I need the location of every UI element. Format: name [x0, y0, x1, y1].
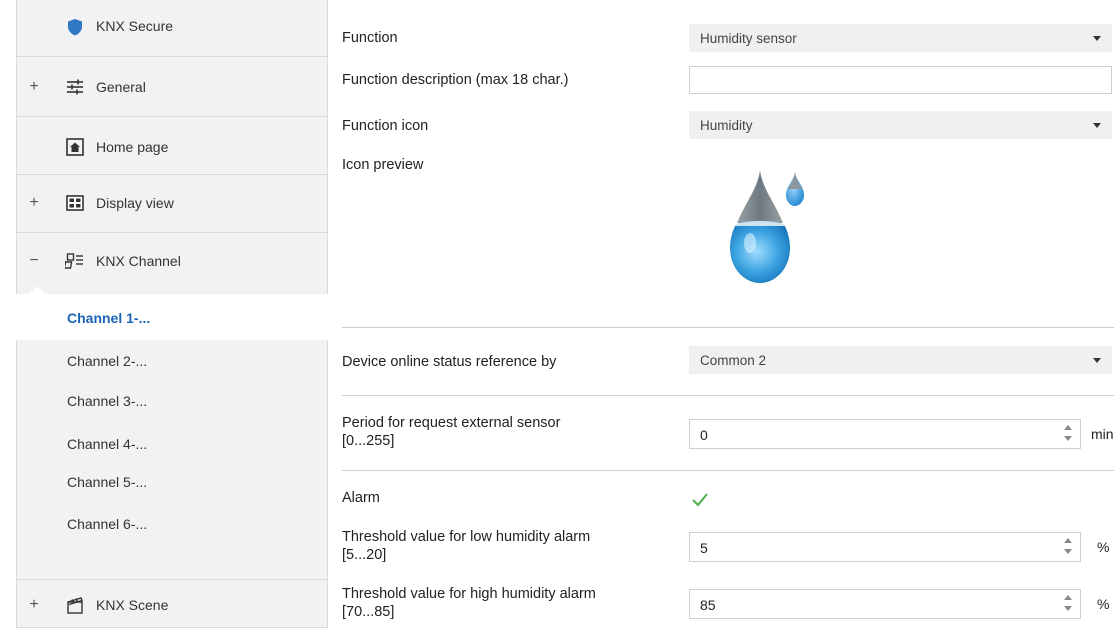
low-threshold-spinbox[interactable]: 5 [689, 532, 1081, 562]
spin-arrows-icon[interactable] [1064, 595, 1072, 613]
sidebar-item-channel-5[interactable]: Channel 5-... [16, 461, 328, 503]
parameter-panel: Function Humidity sensor Function descri… [330, 0, 1114, 628]
sidebar-item-label: KNX Scene [96, 597, 169, 613]
sidebar-item-channel-1[interactable]: Channel 1-... [16, 294, 328, 340]
low-threshold-unit: % [1097, 539, 1110, 555]
period-value: 0 [700, 427, 708, 443]
sidebar-item-knx-channel[interactable]: − KNX Channel [16, 233, 328, 294]
channel-label: Channel 5-... [67, 474, 148, 490]
sidebar-item-knx-scene[interactable]: + KNX Scene [16, 579, 328, 628]
channel-list: Channel 1-... Channel 2-... Channel 3-..… [16, 294, 328, 543]
low-threshold-label-line1: Threshold value for low humidity alarm [342, 529, 591, 545]
high-threshold-label-line2: [70...85] [342, 604, 395, 620]
sidebar-item-knx-secure[interactable]: KNX Secure [16, 0, 328, 57]
chevron-down-icon [1093, 123, 1101, 128]
low-threshold-label-line2: [5...20] [342, 547, 387, 563]
device-online-select[interactable]: Common 2 [689, 346, 1112, 374]
period-unit: min [1091, 426, 1114, 442]
high-threshold-unit: % [1097, 596, 1110, 612]
alarm-checkbox[interactable] [689, 489, 711, 511]
sidebar: KNX Secure + General Home page + Display… [0, 0, 330, 628]
divider [342, 327, 1114, 328]
channel-label: Channel 6-... [67, 516, 148, 532]
function-value: Humidity sensor [700, 31, 797, 46]
high-threshold-spinbox[interactable]: 85 [689, 589, 1081, 619]
channel-label: Channel 4-... [67, 436, 148, 452]
sidebar-item-label: Home page [96, 139, 169, 155]
grid-icon [65, 193, 85, 213]
icon-preview-label: Icon preview [342, 157, 424, 173]
channel-icon [63, 251, 85, 271]
low-threshold-value: 5 [700, 540, 708, 556]
sidebar-item-channel-2[interactable]: Channel 2-... [16, 340, 328, 380]
expand-icon[interactable]: + [27, 77, 41, 97]
sidebar-item-channel-6[interactable]: Channel 6-... [16, 503, 328, 543]
humidity-drops-icon [720, 168, 820, 298]
channel-label: Channel 3-... [67, 393, 148, 409]
chevron-down-icon [1093, 358, 1101, 363]
sidebar-item-display-view[interactable]: + Display view [16, 175, 328, 233]
collapse-icon[interactable]: − [27, 251, 41, 271]
channel-label: Channel 2-... [67, 353, 148, 369]
function-label: Function [342, 30, 398, 46]
sidebar-item-label: Display view [96, 195, 174, 211]
device-online-label: Device online status reference by [342, 354, 557, 370]
sidebar-item-label: General [96, 79, 146, 95]
function-icon-label: Function icon [342, 118, 429, 134]
sliders-icon [65, 77, 85, 97]
channel-label: Channel 1-... [67, 310, 151, 326]
sidebar-item-label: KNX Secure [96, 18, 174, 34]
period-label-line1: Period for request external sensor [342, 415, 561, 431]
chevron-down-icon [1093, 36, 1101, 41]
sidebar-item-channel-4[interactable]: Channel 4-... [16, 423, 328, 461]
spin-arrows-icon[interactable] [1064, 538, 1072, 556]
sidebar-item-channel-3[interactable]: Channel 3-... [16, 380, 328, 423]
scene-icon [65, 595, 85, 615]
device-online-value: Common 2 [700, 353, 767, 368]
divider [342, 395, 1114, 396]
home-icon [65, 137, 85, 157]
high-threshold-label-line1: Threshold value for high humidity alarm [342, 586, 596, 602]
function-description-label: Function description (max 18 char.) [342, 72, 569, 88]
tree-nav: KNX Secure + General Home page + Display… [16, 0, 328, 294]
sidebar-item-general[interactable]: + General [16, 57, 328, 117]
spin-arrows-icon[interactable] [1064, 425, 1072, 443]
alarm-label: Alarm [342, 490, 380, 506]
high-threshold-value: 85 [700, 597, 716, 613]
function-description-input[interactable] [689, 66, 1112, 94]
sidebar-item-label: KNX Channel [96, 253, 181, 269]
function-select[interactable]: Humidity sensor [689, 24, 1112, 52]
function-icon-value: Humidity [700, 118, 753, 133]
expand-icon[interactable]: + [27, 193, 41, 213]
period-spinbox[interactable]: 0 [689, 419, 1081, 449]
sidebar-item-home-page[interactable]: Home page [16, 117, 328, 175]
period-label-line2: [0...255] [342, 433, 395, 449]
divider [342, 470, 1114, 471]
shield-icon [65, 17, 85, 37]
function-icon-select[interactable]: Humidity [689, 111, 1112, 139]
expand-icon[interactable]: + [27, 595, 41, 615]
